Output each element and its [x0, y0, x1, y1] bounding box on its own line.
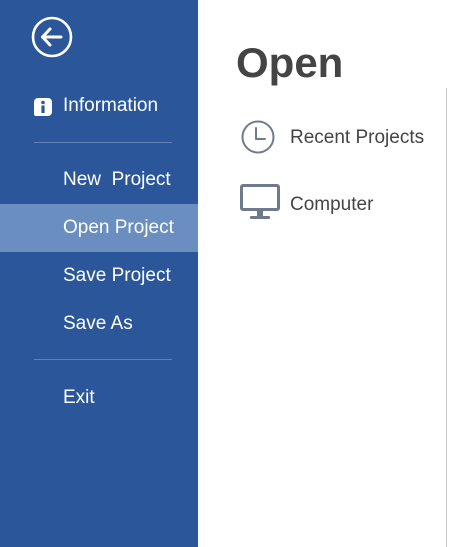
location-computer[interactable]: Computer — [236, 181, 436, 231]
sidebar-item-exit[interactable]: Exit — [0, 374, 198, 422]
sidebar-item-save-project[interactable]: Save Project — [0, 252, 198, 300]
sidebar-item-label: Save As — [63, 313, 133, 334]
back-button[interactable] — [30, 15, 74, 59]
page-title: Open — [236, 39, 344, 86]
sidebar-item-label: Exit — [63, 387, 95, 408]
sidebar-item-new-project[interactable]: New Project — [0, 156, 198, 204]
back-arrow-circle-icon — [31, 16, 73, 58]
panel-divider — [446, 88, 447, 547]
sidebar-item-open-project[interactable]: Open Project — [0, 204, 198, 252]
clock-icon — [241, 120, 275, 154]
sidebar-item-label: Information — [63, 95, 159, 116]
sidebar-item-label: New Project — [63, 169, 171, 190]
sidebar-item-information[interactable]: Information — [0, 84, 198, 128]
info-icon — [34, 98, 52, 116]
location-recent-projects[interactable]: Recent Projects — [236, 114, 436, 164]
sidebar-item-label: Save Project — [63, 265, 171, 286]
sidebar-item-label: Open Project — [63, 217, 174, 238]
backstage-sidebar: Information New Project Open Project Sav… — [0, 0, 198, 547]
sidebar-item-save-as[interactable]: Save As — [0, 300, 198, 348]
location-label: Computer — [290, 194, 374, 215]
location-label: Recent Projects — [290, 127, 425, 148]
sidebar-divider — [34, 359, 172, 360]
computer-monitor-icon — [240, 184, 280, 219]
sidebar-divider — [34, 142, 172, 143]
